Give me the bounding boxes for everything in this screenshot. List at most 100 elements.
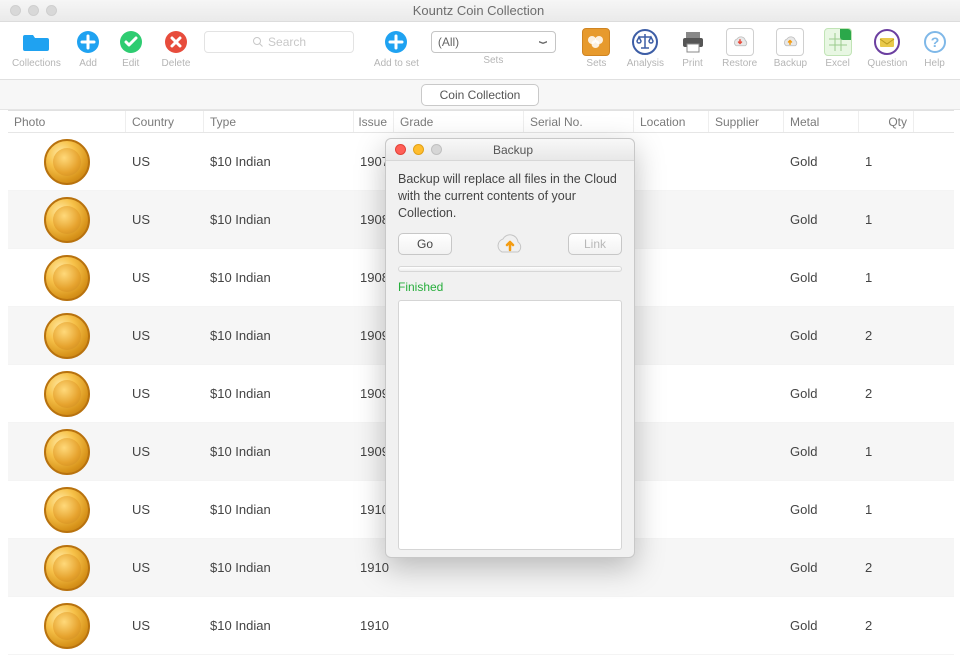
toolbar-label: Analysis: [627, 58, 664, 69]
print-button[interactable]: Print: [675, 28, 710, 69]
cell-metal: Gold: [784, 444, 859, 459]
toolbar-label: Restore: [722, 58, 757, 69]
col-supplier[interactable]: Supplier: [709, 111, 784, 132]
cell-photo: [8, 603, 126, 649]
col-serial[interactable]: Serial No.: [524, 111, 634, 132]
cell-type: $10 Indian: [204, 386, 354, 401]
delete-button[interactable]: Delete: [156, 28, 196, 69]
cloud-upload-icon: [781, 35, 799, 49]
cell-country: US: [126, 154, 204, 169]
cell-metal: Gold: [784, 618, 859, 633]
toolbar-label: Print: [682, 58, 703, 69]
toolbar-label: Add to set: [374, 58, 419, 69]
table-row[interactable]: US$10 Indian1910 Gold2: [8, 597, 954, 655]
cell-type: $10 Indian: [204, 270, 354, 285]
cell-type: $10 Indian: [204, 154, 354, 169]
link-button[interactable]: Link: [568, 233, 622, 255]
zoom-window-icon[interactable]: [46, 5, 57, 16]
cell-qty: 2: [859, 618, 914, 633]
folder-icon: [23, 31, 49, 53]
traffic-lights: [0, 5, 57, 16]
coin-set-icon: [587, 35, 605, 49]
col-country[interactable]: Country: [126, 111, 204, 132]
cell-issue: 1910: [354, 618, 394, 633]
backup-button[interactable]: Backup: [770, 28, 812, 69]
cell-metal: Gold: [784, 502, 859, 517]
cell-country: US: [126, 386, 204, 401]
cell-type: $10 Indian: [204, 444, 354, 459]
cell-type: $10 Indian: [204, 618, 354, 633]
window-title: Kountz Coin Collection: [57, 3, 900, 18]
dialog-minimize-icon[interactable]: [413, 144, 424, 155]
spreadsheet-icon: [829, 33, 847, 51]
col-qty[interactable]: Qty: [859, 111, 914, 132]
cell-photo: [8, 313, 126, 359]
cell-country: US: [126, 212, 204, 227]
coin-icon: [44, 197, 90, 243]
edit-button[interactable]: Edit: [113, 28, 148, 69]
cell-issue: 1910: [354, 560, 394, 575]
tab-strip: Coin Collection: [0, 80, 960, 110]
help-button[interactable]: ? Help: [919, 28, 950, 69]
sets-selected-value: (All): [438, 35, 459, 49]
search-field-wrap: Search: [204, 28, 354, 66]
go-button[interactable]: Go: [398, 233, 452, 255]
cell-qty: 2: [859, 560, 914, 575]
toolbar-label: Edit: [122, 58, 139, 69]
toolbar-label: Sets: [586, 58, 606, 69]
restore-button[interactable]: Restore: [718, 28, 762, 69]
add-to-set-button[interactable]: Add to set: [370, 28, 423, 69]
col-metal[interactable]: Metal: [784, 111, 859, 132]
dialog-close-icon[interactable]: [395, 144, 406, 155]
x-circle-icon: [164, 30, 188, 54]
cell-country: US: [126, 560, 204, 575]
search-input[interactable]: Search: [204, 31, 354, 53]
minimize-window-icon[interactable]: [28, 5, 39, 16]
cell-qty: 2: [859, 328, 914, 343]
dialog-message: Backup will replace all files in the Clo…: [398, 171, 622, 222]
main-toolbar: Collections Add Edit Delete Search Add t…: [0, 22, 960, 80]
cell-type: $10 Indian: [204, 502, 354, 517]
backup-dialog: Backup Backup will replace all files in …: [385, 138, 635, 558]
add-button[interactable]: Add: [71, 28, 106, 69]
close-window-icon[interactable]: [10, 5, 21, 16]
coin-icon: [44, 139, 90, 185]
toolbar-label: Question: [867, 58, 907, 69]
search-placeholder: Search: [268, 35, 306, 49]
col-issue[interactable]: Issue: [354, 111, 394, 132]
col-location[interactable]: Location: [634, 111, 709, 132]
coin-icon: [44, 371, 90, 417]
tab-coin-collection[interactable]: Coin Collection: [421, 84, 540, 106]
collections-button[interactable]: Collections: [10, 28, 63, 69]
dialog-title: Backup: [442, 143, 634, 157]
coin-icon: [44, 487, 90, 533]
toolbar-label: Collections: [12, 58, 61, 69]
dialog-log-area[interactable]: [398, 300, 622, 550]
question-button[interactable]: Question: [864, 28, 911, 69]
coin-icon: [44, 255, 90, 301]
check-circle-icon: [119, 30, 143, 54]
cell-metal: Gold: [784, 154, 859, 169]
excel-button[interactable]: Excel: [819, 28, 855, 69]
coin-icon: [44, 313, 90, 359]
toolbar-label: Excel: [825, 58, 849, 69]
cell-country: US: [126, 618, 204, 633]
sets-dropdown[interactable]: (All): [431, 31, 556, 53]
cell-photo: [8, 139, 126, 185]
chevron-down-icon: [537, 36, 549, 48]
cell-country: US: [126, 444, 204, 459]
col-photo[interactable]: Photo: [8, 111, 126, 132]
sets-button[interactable]: Sets: [577, 28, 615, 69]
plus-circle-icon: [76, 30, 100, 54]
svg-text:?: ?: [930, 34, 939, 50]
col-grade[interactable]: Grade: [394, 111, 524, 132]
dialog-status: Finished: [398, 280, 622, 294]
coin-icon: [44, 545, 90, 591]
analysis-button[interactable]: Analysis: [624, 28, 668, 69]
cell-qty: 1: [859, 154, 914, 169]
toolbar-label: Delete: [162, 58, 191, 69]
col-type[interactable]: Type: [204, 111, 354, 132]
cell-type: $10 Indian: [204, 212, 354, 227]
dialog-titlebar: Backup: [386, 139, 634, 161]
dialog-traffic-lights: [386, 144, 442, 155]
